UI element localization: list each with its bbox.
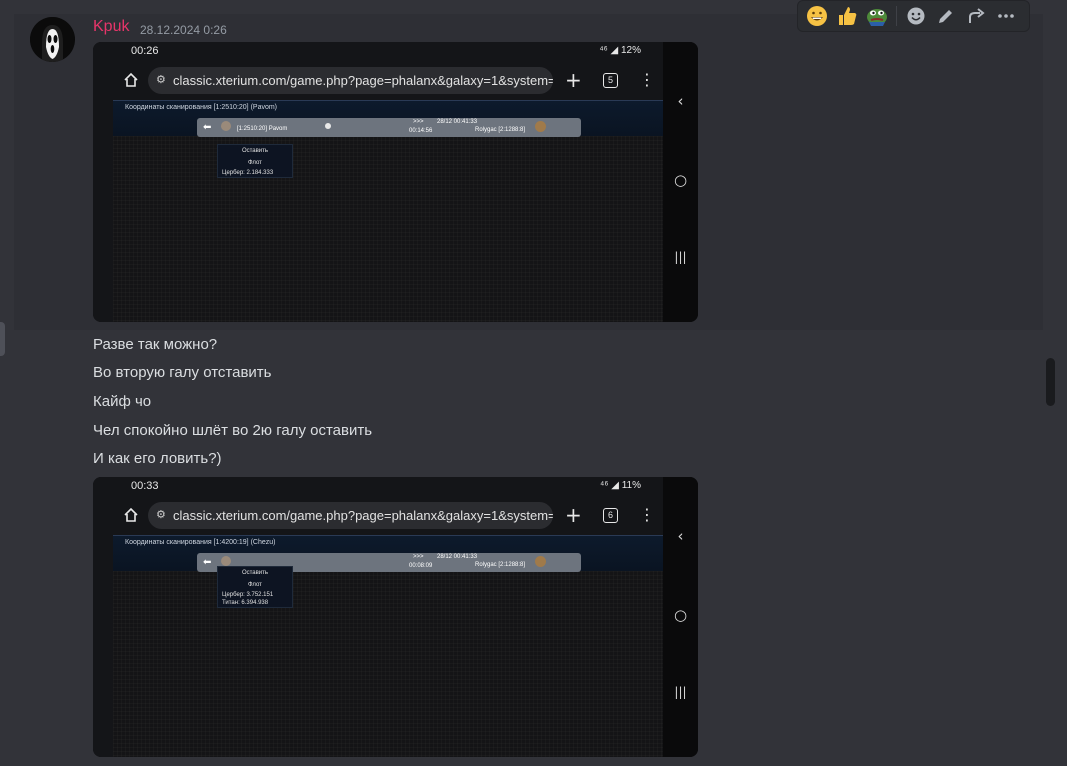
- target-planet: Rolygac [2:1288:8]: [475, 127, 526, 133]
- back-arrow-icon: ⬅: [203, 557, 212, 568]
- url-text: classic.xterium.com/game.php?page=phalan…: [173, 73, 553, 88]
- ship-line: Цербер: 2.184.333: [222, 170, 274, 176]
- direction-arrows: >>>: [413, 554, 424, 560]
- phone-screen: 00:26 ⁴⁶ ◢ 12% ⚙ classic.xterium.com/game…: [93, 42, 663, 322]
- target-planet-icon: [535, 556, 546, 567]
- popup-subtitle: Флот: [248, 160, 262, 166]
- phone-screen: 00:33 ⁴⁶ ◢ 11% ⚙ classic.xterium.com/game…: [93, 477, 663, 757]
- status-time: 00:26: [131, 45, 159, 57]
- scan-coordinates: Координаты сканирования [1:2510:20] (Pav…: [125, 104, 278, 111]
- left-edge-tab[interactable]: [0, 322, 5, 356]
- countdown: 00:08:09: [409, 563, 433, 569]
- nav-home-icon[interactable]: ○: [663, 171, 698, 189]
- image-attachment-2[interactable]: 00:33 ⁴⁶ ◢ 11% ⚙ classic.xterium.com/game…: [93, 477, 698, 757]
- battery-level: 12%: [620, 45, 641, 56]
- target-planet: Rolygac [2:1288:8]: [475, 562, 526, 568]
- ship-line: Титан: 6.394.938: [222, 600, 269, 606]
- image-attachment-1[interactable]: 00:26 ⁴⁶ ◢ 12% ⚙ classic.xterium.com/game…: [93, 42, 698, 322]
- forward-button[interactable]: [961, 1, 991, 31]
- site-settings-icon: ⚙: [156, 509, 166, 521]
- edit-button[interactable]: [931, 1, 961, 31]
- moon-icon: [325, 123, 331, 129]
- browser-menu-icon[interactable]: ⋮: [639, 505, 655, 524]
- nav-recents-icon[interactable]: |||: [663, 250, 698, 264]
- countdown: 00:14:56: [409, 128, 433, 134]
- site-settings-icon: ⚙: [156, 74, 166, 86]
- message-line: Во вторую галу отставить: [93, 364, 272, 381]
- new-tab-icon[interactable]: +: [565, 503, 582, 527]
- arrival-time: 28/12 00:41:33: [437, 119, 478, 125]
- status-time: 00:33: [131, 480, 159, 492]
- add-reaction-icon: [907, 7, 925, 25]
- ship-line: Цербер: 3.752.151: [222, 592, 274, 598]
- popup-title: Оставить: [241, 570, 269, 576]
- planet-icon: [221, 121, 231, 131]
- direction-arrows: >>>: [413, 119, 424, 125]
- thumbs-up-icon: [839, 7, 857, 25]
- scrollbar-thumb[interactable]: [1046, 358, 1055, 406]
- back-arrow-icon: ⬅: [203, 122, 212, 133]
- thumbs-up-reaction-button[interactable]: [832, 1, 862, 31]
- message-line: Разве так можно?: [93, 336, 218, 353]
- nav-recents-icon[interactable]: |||: [663, 685, 698, 699]
- browser-url-row: ⚙ classic.xterium.com/game.php?page=phala…: [93, 499, 663, 533]
- nav-back-icon[interactable]: ‹: [663, 92, 698, 110]
- tabs-count[interactable]: 6: [603, 508, 618, 523]
- home-icon[interactable]: [123, 72, 139, 88]
- forward-icon: [969, 8, 985, 23]
- game-area: Координаты сканирования [1:4200:19] (Che…: [113, 535, 663, 757]
- url-bar[interactable]: ⚙ classic.xterium.com/game.php?page=phala…: [148, 67, 553, 94]
- user-avatar[interactable]: [30, 17, 75, 62]
- browser-url-row: ⚙ classic.xterium.com/game.php?page=phala…: [93, 64, 663, 98]
- add-reaction-button[interactable]: [901, 1, 931, 31]
- message-line: И как его ловить?): [93, 450, 222, 467]
- popup-subtitle: Флот: [248, 582, 262, 588]
- target-planet-icon: [535, 121, 546, 132]
- pepe-reaction-button[interactable]: [862, 1, 892, 31]
- arrival-time: 28/12 00:41:33: [437, 554, 478, 560]
- more-options-button[interactable]: [991, 1, 1021, 31]
- fleet-popup: Оставить Флот Цербер: 3.752.151 Титан: 6…: [217, 566, 293, 608]
- signal-icon: ⁴⁶ ◢: [600, 480, 622, 491]
- signal-icon: ⁴⁶ ◢: [599, 45, 621, 56]
- android-nav-bar: ‹ ○ |||: [663, 477, 698, 757]
- phone-status-bar: 00:26 ⁴⁶ ◢ 12%: [93, 42, 663, 60]
- message-line: Кайф чо: [93, 393, 152, 410]
- home-icon[interactable]: [123, 507, 139, 523]
- toolbar-separator: [896, 6, 897, 26]
- game-area: Координаты сканирования [1:2510:20] (Pav…: [113, 100, 663, 322]
- message-action-toolbar: [797, 0, 1030, 32]
- new-tab-icon[interactable]: +: [565, 68, 582, 92]
- fleet-popup: Оставить Флот Цербер: 2.184.333: [217, 144, 293, 178]
- fleet-origin: [1:2510:20] Pavom: [237, 126, 288, 132]
- message-timestamp: 28.12.2024 0:26: [140, 23, 227, 37]
- tabs-count[interactable]: 5: [603, 73, 618, 88]
- url-text: classic.xterium.com/game.php?page=phalan…: [173, 508, 553, 523]
- pepe-emoji-icon: [867, 9, 887, 26]
- game-header: Координаты сканирования [1:2510:20] (Pav…: [113, 100, 663, 137]
- grinning-emoji-reaction-button[interactable]: [802, 1, 832, 31]
- edit-icon: [939, 10, 952, 23]
- scan-coordinates: Координаты сканирования [1:4200:19] (Che…: [125, 539, 276, 546]
- grinning-emoji-icon: [807, 6, 827, 26]
- nav-back-icon[interactable]: ‹: [663, 527, 698, 545]
- message-author[interactable]: Kpuk: [93, 18, 129, 36]
- url-bar[interactable]: ⚙ classic.xterium.com/game.php?page=phala…: [148, 502, 553, 529]
- fleet-row[interactable]: ⬅ [1:2510:20] Pavom >>> 28/12 00:41:33 0…: [197, 118, 581, 137]
- message-line: Чел спокойно шлёт во 2ю галу оставить: [93, 422, 373, 439]
- phone-status-bar: 00:33 ⁴⁶ ◢ 11%: [93, 477, 663, 495]
- browser-menu-icon[interactable]: ⋮: [639, 70, 655, 89]
- android-nav-bar: ‹ ○ |||: [663, 42, 698, 322]
- more-icon: [998, 14, 1014, 18]
- nav-home-icon[interactable]: ○: [663, 606, 698, 624]
- popup-title: Оставить: [241, 148, 269, 154]
- battery-level: 11%: [621, 480, 641, 491]
- game-header: Координаты сканирования [1:4200:19] (Che…: [113, 535, 663, 572]
- planet-icon: [221, 556, 231, 566]
